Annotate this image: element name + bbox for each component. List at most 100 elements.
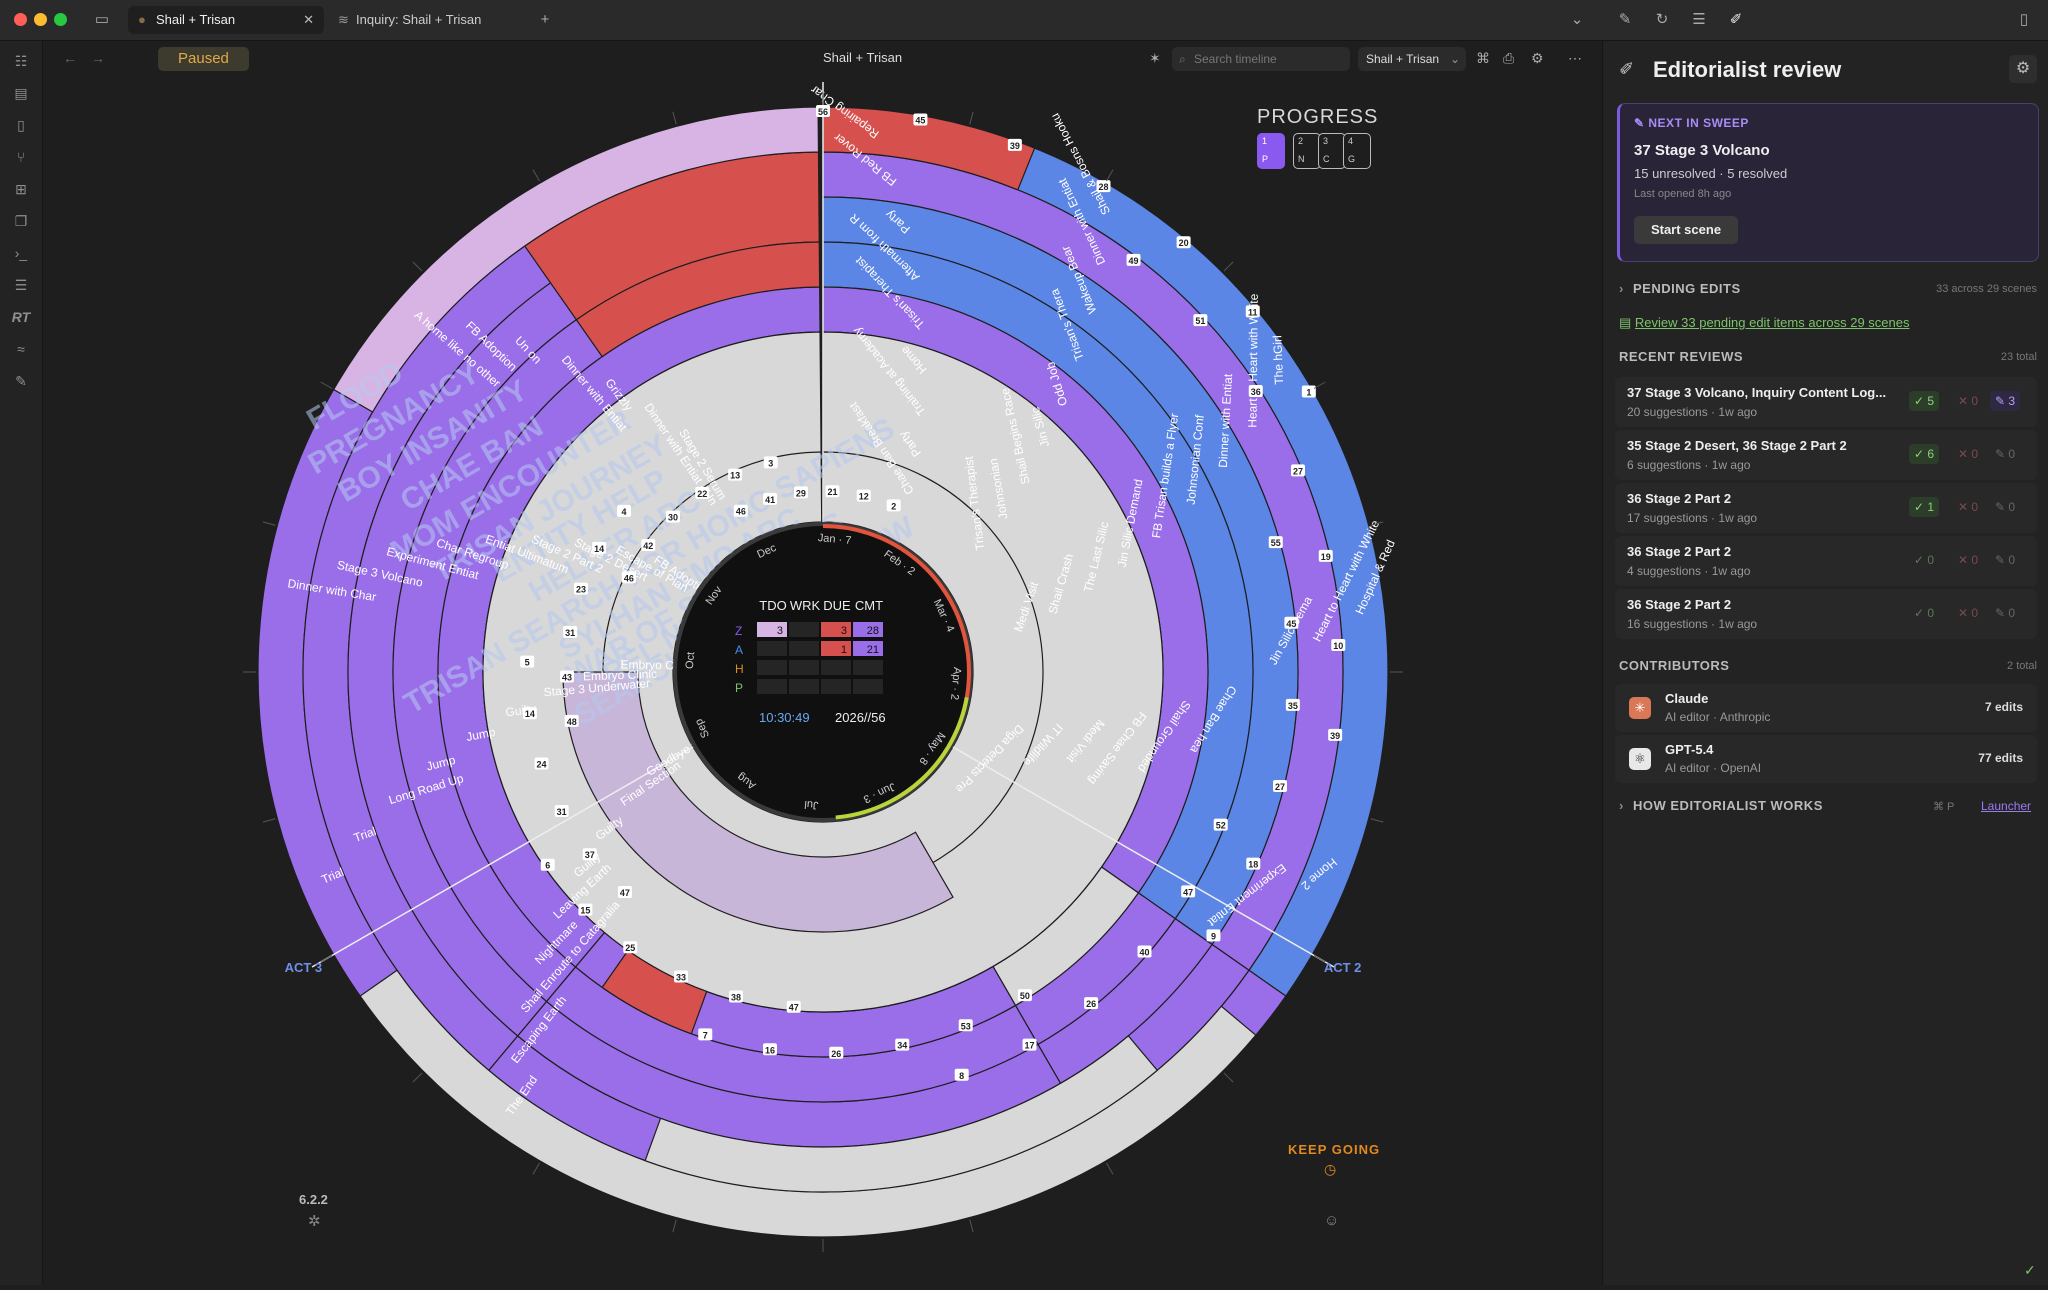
how-editorialist-works-header[interactable]: › HOW EDITORIALIST WORKS: [1619, 798, 1823, 813]
bug-icon[interactable]: ✲: [308, 1212, 321, 1230]
review-item[interactable]: 36 Stage 2 Part 2 17 suggestions · 1w ago…: [1615, 483, 2037, 533]
edited-count: ✎ 0: [1995, 447, 2016, 461]
start-scene-button[interactable]: Start scene: [1634, 216, 1738, 244]
grid-row-label: A: [735, 643, 743, 657]
review-title: 35 Stage 2 Desert, 36 Stage 2 Part 2: [1627, 438, 1847, 453]
scene-number: 6: [545, 861, 550, 871]
grid-row-label: Z: [735, 624, 742, 638]
scene-number: 8: [959, 1071, 964, 1081]
pending-edits-header[interactable]: › PENDING EDITS: [1619, 281, 1741, 296]
tick-mark: [1313, 955, 1326, 963]
settings-face-icon[interactable]: ☺: [1324, 1212, 1339, 1229]
timeline-select[interactable]: Shail + Trisan ⌄: [1358, 47, 1466, 71]
scene-number: 53: [961, 1021, 971, 1031]
waves-icon[interactable]: ≈: [11, 339, 31, 359]
grid-cell: [757, 641, 787, 656]
more-icon[interactable]: ⋯: [1568, 50, 1582, 67]
tick-mark: [1106, 169, 1114, 182]
scene-number: 56: [818, 107, 828, 117]
recent-reviews-header: RECENT REVIEWS: [1619, 349, 1744, 364]
edit-icon[interactable]: ✎: [1615, 10, 1635, 30]
clock-icon[interactable]: ◷: [1324, 1161, 1336, 1178]
sync-icon[interactable]: ↻: [1652, 10, 1672, 30]
view-header: ← → Paused Shail + Trisan ✶ ⌕ Search tim…: [43, 41, 1601, 77]
chevron-down-icon: ⌄: [1449, 52, 1460, 66]
sidebar-settings-icon[interactable]: ⚙: [2009, 55, 2037, 83]
progress-stage-3[interactable]: 3C: [1318, 133, 1346, 169]
review-item[interactable]: 36 Stage 2 Part 2 4 suggestions · 1w ago ✓…: [1615, 536, 2037, 586]
scene-number: 47: [620, 888, 630, 898]
back-icon[interactable]: ←: [63, 50, 77, 66]
review-item[interactable]: 36 Stage 2 Part 2 16 suggestions · 1w ago…: [1615, 589, 2037, 639]
accepted-count: ✓ 1: [1909, 497, 1940, 517]
editorialist-icon[interactable]: ✐: [1726, 10, 1746, 30]
scene-number: 50: [1020, 991, 1030, 1001]
scene-number: 25: [625, 943, 635, 953]
chevron-down-icon[interactable]: ⌄: [1567, 10, 1587, 30]
clock-date: 2026//56: [835, 710, 886, 725]
scene-number: 49: [1129, 256, 1139, 266]
zoom-window-button[interactable]: [54, 13, 67, 26]
graph-icon[interactable]: ⑂: [11, 147, 31, 167]
act-label: ACT 2: [1324, 960, 1362, 975]
contributor-claude[interactable]: ✳ Claude AI editor · Anthropic 7 edits: [1615, 684, 2037, 732]
sidebar-toggle-icon[interactable]: ▭: [92, 10, 112, 30]
scene-number: 52: [1216, 821, 1226, 831]
tick-mark: [1223, 1072, 1234, 1083]
search-timeline-input[interactable]: ⌕ Search timeline: [1172, 47, 1350, 71]
edited-count: ✎ 0: [1995, 553, 2016, 567]
copy-icon[interactable]: ❐: [11, 211, 31, 231]
scene-number: 19: [1321, 552, 1331, 562]
recent-reviews-count: 23 total: [2000, 351, 2037, 363]
scene-number: 31: [565, 628, 575, 638]
status-badge[interactable]: Paused: [158, 47, 249, 71]
command-icon[interactable]: ⌘: [1476, 50, 1490, 67]
scene-number: 18: [1248, 860, 1258, 870]
tab-inquiry[interactable]: ≋ Inquiry: Shail + Trisan: [330, 6, 530, 34]
grid-icon[interactable]: ⊞: [11, 179, 31, 199]
close-tab-icon[interactable]: ✕: [303, 6, 314, 34]
review-subtitle: 16 suggestions · 1w ago: [1627, 617, 1758, 631]
file-dot-icon: ●: [138, 12, 146, 27]
review-item[interactable]: 35 Stage 2 Desert, 36 Stage 2 Part 2 6 su…: [1615, 430, 2037, 480]
terminal-icon[interactable]: ›_: [11, 243, 31, 263]
tab-shail-trisan[interactable]: ● Shail + Trisan ✕: [128, 6, 324, 34]
launcher-link[interactable]: Launcher: [1981, 799, 2031, 813]
layout-icon[interactable]: ▤: [11, 83, 31, 103]
tag-icon[interactable]: ✎: [11, 371, 31, 391]
tick-mark: [262, 818, 276, 823]
scene-number: 40: [1139, 947, 1149, 957]
clock-time: 10:30:49: [759, 710, 810, 725]
gear-icon[interactable]: ⚙: [1531, 50, 1544, 67]
new-tab-icon[interactable]: +: [535, 10, 555, 30]
progress-stage-1[interactable]: 1P: [1257, 133, 1285, 169]
right-sidebar-toggle-icon[interactable]: ▯: [2014, 10, 2034, 30]
tick-mark: [1106, 1162, 1114, 1175]
scene-number: 24: [536, 759, 546, 769]
rt-icon[interactable]: RT: [11, 307, 31, 327]
tasks-icon[interactable]: ☰: [11, 275, 31, 295]
review-title: 36 Stage 2 Part 2: [1627, 544, 1732, 559]
forward-icon[interactable]: →: [91, 50, 105, 66]
checklist-icon[interactable]: ☷: [11, 51, 31, 71]
print-icon[interactable]: ⎙: [1503, 50, 1514, 67]
left-ribbon: ☷ ▤ ▯ ⑂ ⊞ ❐ ›_ ☰ RT ≈ ✎: [0, 41, 43, 1285]
title-bar: ▭ ● Shail + Trisan ✕ ≋ Inquiry: Shail + …: [0, 0, 2048, 41]
list-icon[interactable]: ☰: [1689, 10, 1709, 30]
shortcut-hint: ⌘ P: [1933, 801, 1955, 813]
minimize-window-button[interactable]: [34, 13, 47, 26]
next-scene-opened: Last opened 8h ago: [1634, 188, 1732, 200]
progress-stage-2[interactable]: 2N: [1293, 133, 1321, 169]
scene-number: 27: [1293, 466, 1303, 476]
progress-stage-4[interactable]: 4G: [1343, 133, 1371, 169]
sparkle-icon[interactable]: ✶: [1149, 50, 1161, 67]
close-window-button[interactable]: [14, 13, 27, 26]
tick-mark: [969, 1219, 974, 1233]
review-pending-link[interactable]: ▤ Review 33 pending edit items across 29…: [1619, 315, 1910, 331]
editorialist-logo-icon: ✐: [1619, 59, 1635, 79]
file-icon[interactable]: ▯: [11, 115, 31, 135]
grid-row-label: P: [735, 681, 743, 695]
scene-number: 48: [567, 717, 577, 727]
contributor-gpt[interactable]: ⚛ GPT-5.4 AI editor · OpenAI 77 edits: [1615, 735, 2037, 783]
review-item[interactable]: 37 Stage 3 Volcano, Inquiry Content Log.…: [1615, 377, 2037, 427]
